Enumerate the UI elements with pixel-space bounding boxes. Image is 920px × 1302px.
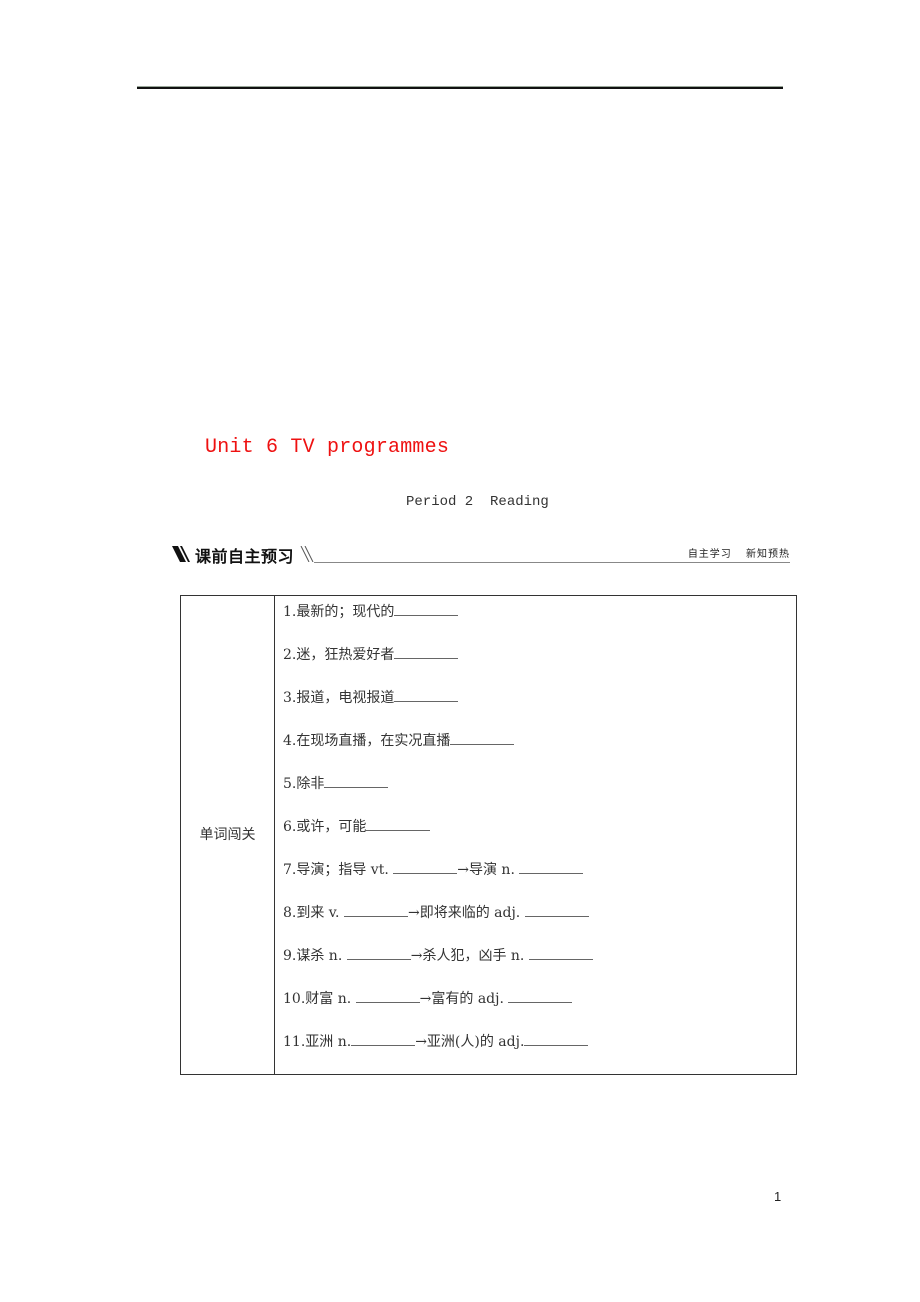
vocab-item-text: →富有的 adj. [419, 991, 509, 1007]
period-title: Period 2 Reading [406, 494, 549, 510]
vocab-item-text: 亚洲 n. [305, 1034, 352, 1050]
vocab-item-number: 8. [283, 905, 297, 921]
vocab-item: 10.财富 n. →富有的 adj. [283, 988, 796, 1031]
vocab-items: 1.最新的；现代的 2.迷，狂热爱好者 3.报道，电视报道 4.在现场直播，在实况直播… [274, 595, 797, 1075]
vocab-item-text: 财富 n. [305, 991, 356, 1007]
section-tag: 自主学习 [687, 549, 732, 560]
vocab-item-text: 迷，狂热爱好者 [296, 647, 395, 663]
vocab-item-number: 10. [283, 991, 306, 1007]
vocab-item-text: →杀人犯，凶手 n. [410, 948, 529, 964]
vocab-item-number: 9. [283, 948, 297, 964]
section-tag: 新知预热 [746, 549, 790, 560]
vocab-item-text: 在现场直播，在实况直播 [296, 733, 451, 749]
answer-blank[interactable] [450, 730, 515, 745]
vocab-item: 8.到来 v. →即将来临的 adj. [283, 902, 796, 945]
vocab-item-number: 7. [283, 862, 297, 878]
vocab-table: 单词闯关 1.最新的；现代的 2.迷，狂热爱好者 3.报道，电视报道 4.在现场直播，… [180, 595, 797, 1075]
vocab-item: 2.迷，狂热爱好者 [283, 644, 796, 687]
answer-blank[interactable] [528, 945, 593, 960]
vocab-item-text: 最新的；现代的 [296, 604, 395, 620]
answer-blank[interactable] [394, 644, 459, 659]
vocab-item-text: 除非 [296, 776, 325, 792]
answer-blank[interactable] [394, 687, 459, 702]
vocab-item-number: 11. [283, 1034, 306, 1050]
thin-slash-icon [300, 546, 314, 562]
answer-blank[interactable] [524, 902, 589, 917]
vocab-item: 1.最新的；现代的 [283, 601, 796, 644]
vocab-item: 3.报道，电视报道 [283, 687, 796, 730]
answer-blank[interactable] [394, 601, 459, 616]
answer-blank[interactable] [346, 945, 411, 960]
section-heading: 课前自主预习 [195, 547, 295, 566]
answer-blank[interactable] [393, 859, 458, 874]
vocab-item-text: →导演 n. [457, 862, 520, 878]
vocab-item: 7.导演；指导 vt. →导演 n. [283, 859, 796, 902]
header-rule [137, 86, 783, 89]
vocab-item-text: 或许，可能 [296, 819, 367, 835]
answer-blank[interactable] [508, 988, 573, 1003]
vocab-item-number: 1. [283, 604, 297, 620]
vocab-item-text: →即将来临的 adj. [407, 905, 525, 921]
vocab-item: 4.在现场直播，在实况直播 [283, 730, 796, 773]
vocab-item-number: 5. [283, 776, 297, 792]
vocab-item-number: 6. [283, 819, 297, 835]
double-slash-icon [172, 546, 190, 562]
vocab-item: 5.除非 [283, 773, 796, 816]
vocab-item-text: 谋杀 n. [296, 948, 347, 964]
answer-blank[interactable] [324, 773, 389, 788]
answer-blank[interactable] [351, 1031, 416, 1046]
section-header: 课前自主预习 自主学习 新知预热 [172, 542, 790, 566]
vocab-item-text: 到来 v. [296, 905, 344, 921]
vocab-item-number: 4. [283, 733, 297, 749]
answer-blank[interactable] [366, 816, 431, 831]
answer-blank[interactable] [343, 902, 408, 917]
answer-blank[interactable] [355, 988, 420, 1003]
unit-title: Unit 6 TV programmes [205, 436, 450, 459]
answer-blank[interactable] [519, 859, 584, 874]
vocab-item: 9.谋杀 n. →杀人犯，凶手 n. [283, 945, 796, 988]
answer-blank[interactable] [524, 1031, 589, 1046]
vocab-item-text: 导演；指导 vt. [296, 862, 394, 878]
page-number: 1 [774, 1189, 782, 1204]
vocab-table-label: 单词闯关 [180, 595, 275, 1075]
vocab-item-number: 2. [283, 647, 297, 663]
section-rule [314, 562, 790, 563]
section-tags: 自主学习 新知预热 [688, 545, 790, 560]
vocab-item: 6.或许，可能 [283, 816, 796, 859]
vocab-item-number: 3. [283, 690, 297, 706]
vocab-item: 11.亚洲 n. →亚洲(人)的 adj. [283, 1031, 796, 1074]
vocab-item-text: →亚洲(人)的 adj. [415, 1034, 525, 1050]
vocab-item-text: 报道，电视报道 [296, 690, 395, 706]
